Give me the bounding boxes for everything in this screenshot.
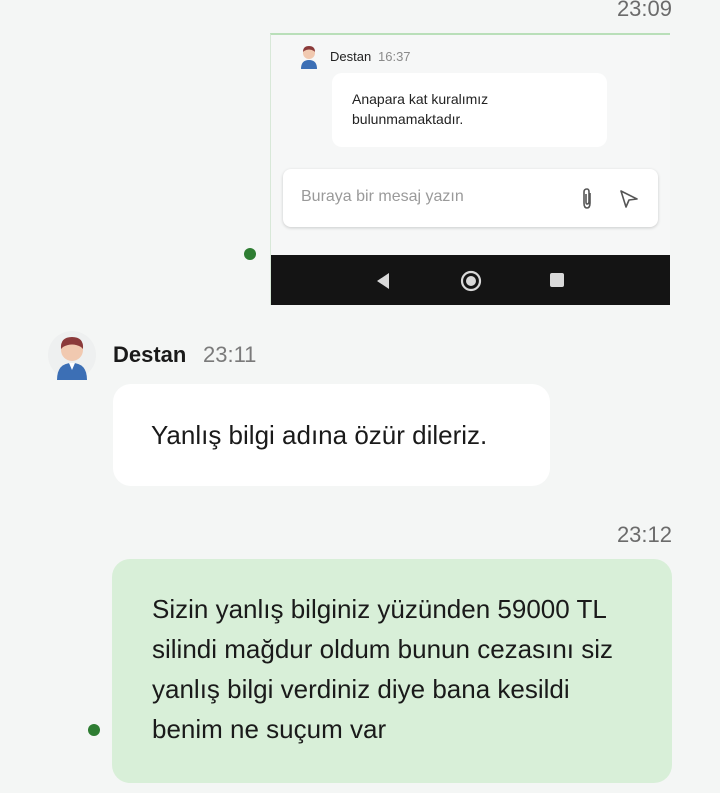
message-timestamp: 23:12 — [616, 522, 672, 547]
home-icon — [460, 270, 482, 292]
message-timestamp: 23:11 — [203, 342, 257, 367]
send-icon — [620, 190, 638, 208]
message-bubble: Anapara kat kuralımız bulunmamaktadır. — [332, 73, 607, 147]
avatar-icon — [301, 46, 317, 69]
message-timestamp: 23:09 — [616, 0, 672, 21]
input-placeholder: Buraya bir mesaj yazın — [301, 188, 464, 205]
sent-status-icon — [244, 248, 256, 260]
message-bubble: Yanlış bilgi adına özür dileriz. — [113, 384, 550, 486]
sender-name: Destan — [330, 49, 372, 64]
back-icon — [377, 273, 389, 289]
sender-time: 16:37 — [378, 49, 411, 64]
sender-name: Destan — [113, 342, 187, 367]
paperclip-icon — [583, 188, 591, 209]
avatar-icon — [48, 331, 96, 380]
android-navigation-bar — [271, 255, 670, 305]
message-bubble: Sizin yanlış bilginiz yüzünden 59000 TL … — [112, 559, 672, 783]
message-input: Buraya bir mesaj yazın — [283, 169, 658, 227]
sent-status-icon — [88, 724, 100, 736]
recents-icon — [550, 273, 564, 287]
image-attachment[interactable]: Destan 16:37 Anapara kat kuralımız bulun… — [270, 33, 670, 305]
